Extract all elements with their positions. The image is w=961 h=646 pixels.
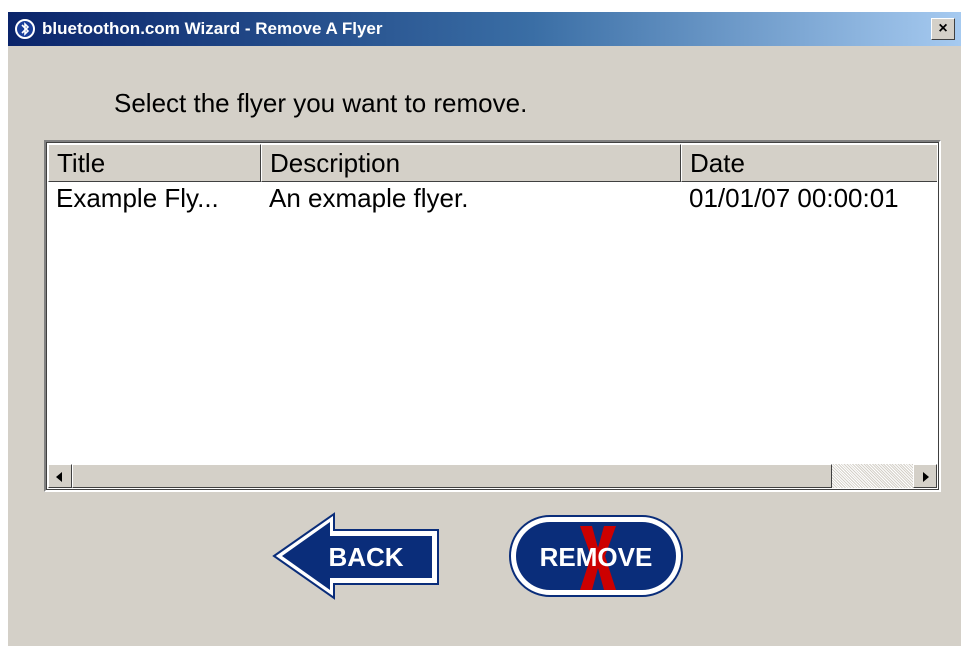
arrow-left-icon [56,472,62,482]
table-row[interactable]: Example Fly... An exmaple flyer. 01/01/0… [48,182,937,214]
cell-title: Example Fly... [56,183,219,213]
list-header: Title Description Date [48,144,937,182]
flyer-list[interactable]: Title Description Date Example Fly... An… [44,140,941,492]
back-button-label: BACK [328,542,403,572]
scrollbar-track[interactable] [832,464,913,488]
title-bar[interactable]: bluetoothon.com Wizard - Remove A Flyer … [8,12,961,46]
scrollbar-thumb[interactable] [72,464,832,488]
column-header-title[interactable]: Title [48,144,261,182]
remove-button[interactable]: REMOVE [508,512,684,600]
instruction-text: Select the flyer you want to remove. [114,88,528,118]
cell-date: 01/01/07 00:00:01 [689,183,899,213]
scroll-left-button[interactable] [48,464,72,488]
remove-button-label: REMOVE [540,542,653,572]
close-button[interactable]: × [931,18,955,40]
cell-description: An exmaple flyer. [269,183,469,213]
back-button[interactable]: BACK [270,512,442,600]
column-header-description[interactable]: Description [261,144,681,182]
arrow-right-icon [923,472,929,482]
scroll-right-button[interactable] [913,464,937,488]
horizontal-scrollbar[interactable] [48,464,937,488]
column-header-date[interactable]: Date [681,144,937,182]
window-title: bluetoothon.com Wizard - Remove A Flyer [42,19,383,38]
bluetooth-logo-icon [14,18,36,40]
wizard-window: bluetoothon.com Wizard - Remove A Flyer … [8,12,961,646]
